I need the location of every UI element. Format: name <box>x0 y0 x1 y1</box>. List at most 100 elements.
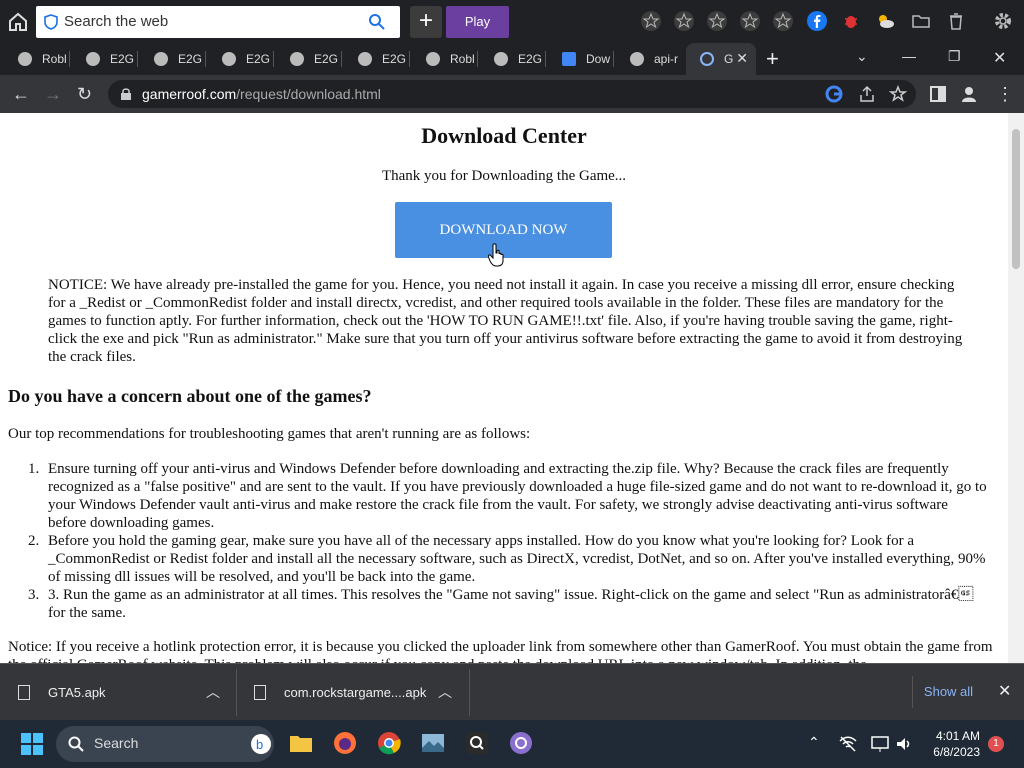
star-icon[interactable] <box>772 10 794 32</box>
tab-active[interactable]: G ✕ <box>686 43 756 75</box>
search-icon[interactable] <box>368 13 386 31</box>
tab[interactable]: Roblo <box>4 43 70 75</box>
tab-favicon-icon <box>18 52 32 66</box>
add-button[interactable]: + <box>410 6 442 38</box>
notification-badge[interactable]: 1 <box>988 736 1004 752</box>
gear-icon[interactable] <box>992 10 1014 32</box>
tab-label: Roblo <box>450 52 474 66</box>
tab[interactable]: E2Gu <box>344 43 410 75</box>
tab[interactable]: E2Gu <box>140 43 206 75</box>
chevron-up-icon[interactable]: ︿ <box>438 682 452 702</box>
thanks-text: Thank you for Downloading the Game... <box>381 168 627 184</box>
tab-label: Dow <box>586 52 610 66</box>
taskbar: Search b ⌃ 4:01 AM 6/8/2023 1 <box>0 720 1024 768</box>
tab[interactable]: E2Gu <box>480 43 546 75</box>
chevron-up-icon[interactable]: ⌃ <box>808 734 820 751</box>
star-icon[interactable] <box>673 10 695 32</box>
tab[interactable]: Roblo <box>412 43 478 75</box>
restore-button[interactable]: ❐ <box>948 48 961 65</box>
menu-icon[interactable]: ⋮ <box>996 84 1016 104</box>
tab-favicon-icon <box>290 52 304 66</box>
lock-icon[interactable] <box>120 87 132 101</box>
star-icon[interactable] <box>640 10 662 32</box>
tab-search-icon[interactable]: ⌄ <box>856 48 868 65</box>
tab[interactable]: Dow <box>548 43 614 75</box>
hand-cursor-icon <box>488 243 504 267</box>
download-item[interactable]: com.rockstargame....apk ︿ <box>254 664 470 721</box>
bug-icon[interactable] <box>840 10 862 32</box>
chrome-icon[interactable] <box>376 730 402 756</box>
windows-start-icon[interactable] <box>20 732 44 756</box>
url-text: gamerroof.com/request/download.html <box>142 86 381 102</box>
tab-label: E2Gu <box>178 52 202 66</box>
tab-label: E2Gu <box>518 52 542 66</box>
download-item[interactable]: GTA5.apk ︿ <box>18 664 236 721</box>
play-button[interactable]: Play <box>446 6 509 38</box>
scrollbar[interactable] <box>1008 113 1024 663</box>
show-all-button[interactable]: Show all <box>912 676 984 708</box>
tab-favicon-icon <box>222 52 236 66</box>
new-tab-button[interactable]: + <box>766 46 779 72</box>
facebook-icon[interactable] <box>806 10 828 32</box>
web-search-box[interactable]: Search the web <box>36 6 400 38</box>
tab-favicon-icon <box>630 52 644 66</box>
clock[interactable]: 4:01 AM 6/8/2023 <box>924 728 980 760</box>
star-icon[interactable] <box>739 10 761 32</box>
tab-favicon-icon <box>494 52 508 66</box>
list-item: 1. Ensure turning off your anti-virus and… <box>28 461 987 531</box>
address-bar[interactable]: gamerroof.com/request/download.html <box>108 80 916 108</box>
volume-icon[interactable] <box>894 734 914 754</box>
scrollbar-thumb[interactable] <box>1012 129 1020 269</box>
top-toolbar: Search the web + Play <box>0 0 1024 43</box>
tab-strip: Roblo E2Gu E2Gu E2Gu E2Gu E2Gu Roblo E2G… <box>0 43 1024 75</box>
trash-icon[interactable] <box>945 10 967 32</box>
home-icon[interactable] <box>6 10 30 34</box>
tab[interactable]: api-r <box>616 43 682 75</box>
google-icon[interactable] <box>825 85 843 103</box>
tab-label: E2Gu <box>382 52 406 66</box>
minimize-button[interactable]: — <box>902 48 916 64</box>
tab[interactable]: E2Gu <box>276 43 342 75</box>
tab-label: api-r <box>654 52 678 66</box>
close-shelf-icon[interactable]: ✕ <box>998 681 1011 701</box>
bookmark-star-icon[interactable] <box>889 85 907 103</box>
search-app-icon[interactable] <box>464 730 490 756</box>
photo-app-icon[interactable] <box>420 730 446 756</box>
weather-icon[interactable] <box>874 10 896 32</box>
app-icon[interactable] <box>508 730 534 756</box>
tab-favicon-icon <box>86 52 100 66</box>
chevron-up-icon[interactable]: ︿ <box>206 682 220 702</box>
forward-button[interactable]: → <box>44 84 64 104</box>
close-window-button[interactable]: ✕ <box>993 48 1006 68</box>
tab-label: Roblo <box>42 52 66 66</box>
file-icon <box>254 685 266 700</box>
tab-label: G <box>724 52 734 66</box>
svg-text:b: b <box>256 737 263 752</box>
tab[interactable]: E2Gu <box>72 43 138 75</box>
concern-heading: Do you have a concern about one of the g… <box>8 386 372 406</box>
file-explorer-icon[interactable] <box>288 730 314 756</box>
file-icon <box>18 685 30 700</box>
back-button[interactable]: ← <box>12 84 32 104</box>
share-icon[interactable] <box>858 85 876 103</box>
taskbar-search-label: Search <box>94 735 139 751</box>
star-icon[interactable] <box>706 10 728 32</box>
bing-icon[interactable]: b <box>250 733 272 755</box>
profile-icon[interactable] <box>960 85 978 103</box>
hotlink-notice: Notice: If you receive a hotlink protect… <box>8 639 993 663</box>
tab-favicon-icon <box>426 52 440 66</box>
side-panel-icon[interactable] <box>929 85 947 103</box>
download-filename: com.rockstargame....apk <box>284 685 427 700</box>
tab-favicon-icon <box>358 52 372 66</box>
close-tab-icon[interactable]: ✕ <box>736 50 748 67</box>
list-item: 3. 3. Run the game as an administrator at… <box>28 587 974 621</box>
tab[interactable]: E2Gu <box>208 43 274 75</box>
download-filename: GTA5.apk <box>48 685 106 700</box>
taskbar-search[interactable]: Search b <box>56 726 274 762</box>
folder-icon[interactable] <box>910 10 932 32</box>
network-off-icon[interactable] <box>838 734 858 754</box>
download-shelf: GTA5.apk ︿ com.rockstargame....apk ︿ Sho… <box>0 663 1024 720</box>
firefox-icon[interactable] <box>332 730 358 756</box>
display-icon[interactable] <box>870 734 890 754</box>
reload-button[interactable]: ↻ <box>77 84 97 104</box>
